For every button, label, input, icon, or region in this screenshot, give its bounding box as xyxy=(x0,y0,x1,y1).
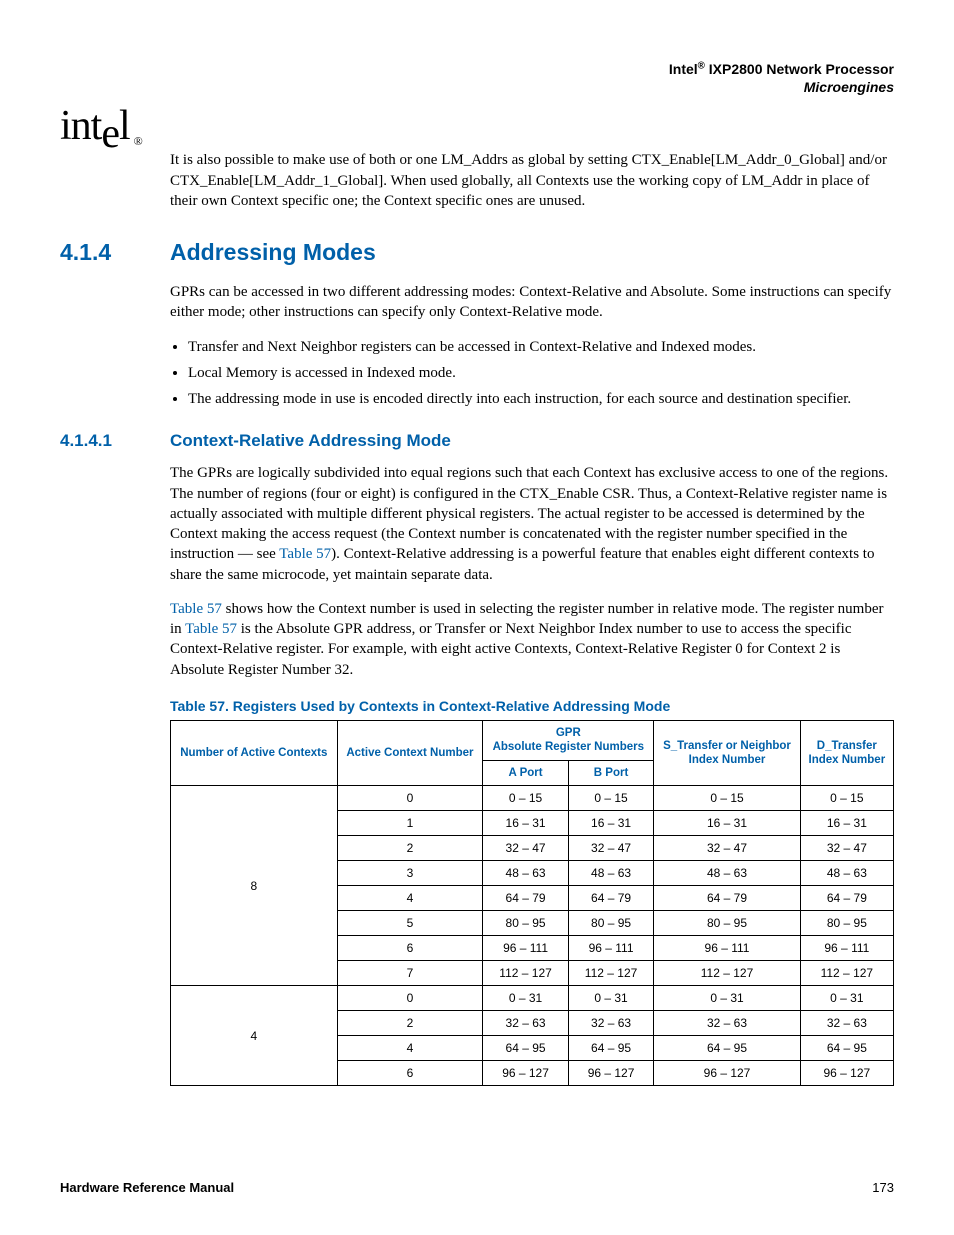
cell-active-contexts: 4 xyxy=(171,986,338,1086)
intel-logo: intel® xyxy=(60,102,894,150)
cell: 112 – 127 xyxy=(654,961,800,986)
list-item: Transfer and Next Neighbor registers can… xyxy=(188,337,894,357)
table-57-xref[interactable]: Table 57 xyxy=(279,546,331,562)
table-57: Number of Active Contexts Active Context… xyxy=(170,720,894,1086)
cell: 0 – 31 xyxy=(568,986,654,1011)
cell: 48 – 63 xyxy=(654,861,800,886)
cell: 0 – 15 xyxy=(654,786,800,811)
cell: 5 xyxy=(337,911,483,936)
cell: 96 – 111 xyxy=(483,936,568,961)
cell: 32 – 47 xyxy=(483,836,568,861)
cell-active-contexts: 8 xyxy=(171,786,338,986)
cell: 32 – 63 xyxy=(654,1011,800,1036)
th-s-transfer: S_Transfer or NeighborIndex Number xyxy=(654,720,800,785)
cell: 3 xyxy=(337,861,483,886)
cell: 32 – 63 xyxy=(483,1011,568,1036)
cell: 80 – 95 xyxy=(568,911,654,936)
cell: 0 – 15 xyxy=(483,786,568,811)
cell: 0 xyxy=(337,786,483,811)
cell: 80 – 95 xyxy=(483,911,568,936)
cell: 0 xyxy=(337,986,483,1011)
cell: 32 – 47 xyxy=(568,836,654,861)
table-57-caption: Table 57. Registers Used by Contexts in … xyxy=(170,698,894,714)
cell: 16 – 31 xyxy=(568,811,654,836)
cell: 96 – 127 xyxy=(568,1061,654,1086)
th-active-ctx: Active Context Number xyxy=(337,720,483,785)
cell: 0 – 31 xyxy=(800,986,893,1011)
cell: 0 – 15 xyxy=(568,786,654,811)
bullet-list: Transfer and Next Neighbor registers can… xyxy=(170,337,894,410)
th-gpr: GPRAbsolute Register Numbers xyxy=(483,720,654,760)
cell: 4 xyxy=(337,886,483,911)
th-d-transfer: D_TransferIndex Number xyxy=(800,720,893,785)
heading-context-relative: 4.1.4.1 Context-Relative Addressing Mode xyxy=(60,431,894,451)
cell: 32 – 63 xyxy=(800,1011,893,1036)
cell: 96 – 127 xyxy=(483,1061,568,1086)
cell: 0 – 31 xyxy=(483,986,568,1011)
cell: 16 – 31 xyxy=(483,811,568,836)
table-row: 400 – 310 – 310 – 310 – 31 xyxy=(171,986,894,1011)
cell: 48 – 63 xyxy=(800,861,893,886)
running-header: Intel® IXP2800 Network Processor Microen… xyxy=(60,60,894,96)
cell: 48 – 63 xyxy=(568,861,654,886)
cell: 16 – 31 xyxy=(654,811,800,836)
cell: 2 xyxy=(337,1011,483,1036)
footer-left: Hardware Reference Manual xyxy=(60,1180,234,1195)
cell: 96 – 111 xyxy=(800,936,893,961)
cell: 112 – 127 xyxy=(483,961,568,986)
cell: 112 – 127 xyxy=(800,961,893,986)
cell: 6 xyxy=(337,1061,483,1086)
cell: 64 – 79 xyxy=(483,886,568,911)
cell: 2 xyxy=(337,836,483,861)
list-item: Local Memory is accessed in Indexed mode… xyxy=(188,363,894,383)
table-57-xref[interactable]: Table 57 xyxy=(185,621,237,637)
th-a-port: A Port xyxy=(483,760,568,785)
th-b-port: B Port xyxy=(568,760,654,785)
cell: 48 – 63 xyxy=(483,861,568,886)
cell: 64 – 79 xyxy=(654,886,800,911)
cell: 6 xyxy=(337,936,483,961)
list-item: The addressing mode in use is encoded di… xyxy=(188,389,894,409)
cell: 112 – 127 xyxy=(568,961,654,986)
cell: 0 – 15 xyxy=(800,786,893,811)
cell: 64 – 79 xyxy=(800,886,893,911)
para-modes-intro: GPRs can be accessed in two different ad… xyxy=(170,282,894,323)
th-num-active: Number of Active Contexts xyxy=(171,720,338,785)
cell: 64 – 95 xyxy=(654,1036,800,1061)
cell: 32 – 47 xyxy=(800,836,893,861)
cell: 1 xyxy=(337,811,483,836)
cell: 0 – 31 xyxy=(654,986,800,1011)
para-context-relative-1: The GPRs are logically subdivided into e… xyxy=(170,463,894,585)
intro-paragraph: It is also possible to make use of both … xyxy=(170,150,894,211)
heading-addressing-modes: 4.1.4 Addressing Modes xyxy=(60,239,894,266)
cell: 32 – 47 xyxy=(654,836,800,861)
table-57-xref[interactable]: Table 57 xyxy=(170,601,222,617)
cell: 64 – 79 xyxy=(568,886,654,911)
page-footer: Hardware Reference Manual 173 xyxy=(60,1180,894,1195)
cell: 80 – 95 xyxy=(800,911,893,936)
cell: 64 – 95 xyxy=(800,1036,893,1061)
cell: 96 – 111 xyxy=(654,936,800,961)
table-row: 800 – 150 – 150 – 150 – 15 xyxy=(171,786,894,811)
cell: 64 – 95 xyxy=(483,1036,568,1061)
cell: 96 – 111 xyxy=(568,936,654,961)
cell: 4 xyxy=(337,1036,483,1061)
cell: 16 – 31 xyxy=(800,811,893,836)
cell: 80 – 95 xyxy=(654,911,800,936)
page-number: 173 xyxy=(872,1180,894,1195)
cell: 96 – 127 xyxy=(654,1061,800,1086)
cell: 96 – 127 xyxy=(800,1061,893,1086)
cell: 64 – 95 xyxy=(568,1036,654,1061)
cell: 32 – 63 xyxy=(568,1011,654,1036)
cell: 7 xyxy=(337,961,483,986)
para-context-relative-2: Table 57 shows how the Context number is… xyxy=(170,599,894,680)
